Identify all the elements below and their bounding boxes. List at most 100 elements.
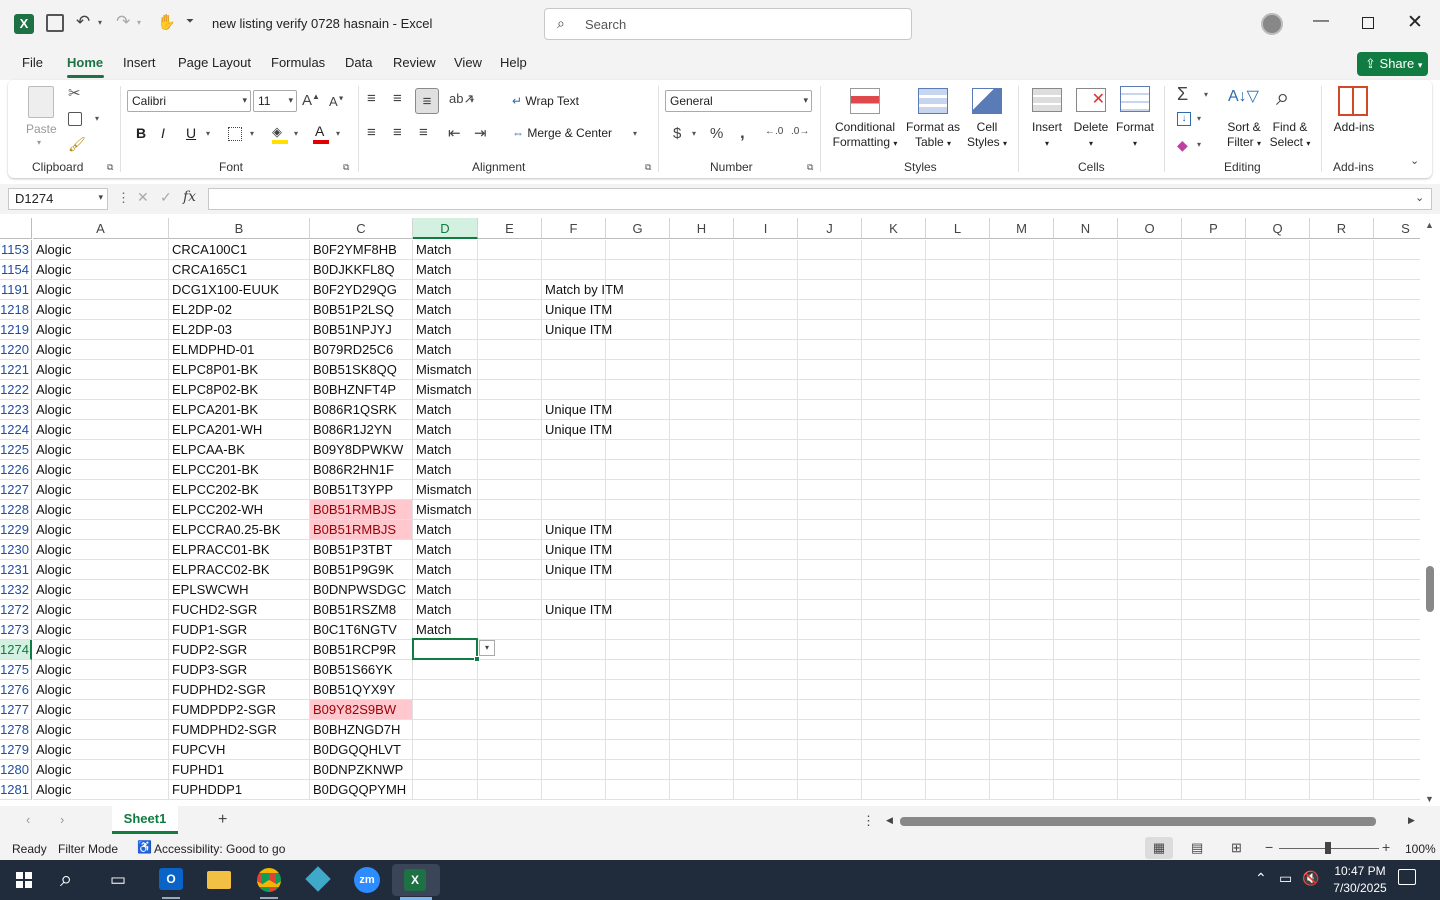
cell-f1222[interactable] [542,380,606,400]
cell-m1272[interactable] [990,600,1054,620]
cell-o1226[interactable] [1118,460,1182,480]
cell-b1220[interactable]: ELMDPHD-01 [169,340,310,360]
cell-b1218[interactable]: EL2DP-02 [169,300,310,320]
cell-a1224[interactable]: Alogic [33,420,169,440]
cell-n1276[interactable] [1054,680,1118,700]
cell-m1278[interactable] [990,720,1054,740]
cell-r1154[interactable] [1310,260,1374,280]
cell-m1191[interactable] [990,280,1054,300]
cell-q1221[interactable] [1246,360,1310,380]
cell-k1277[interactable] [862,700,926,720]
cell-j1223[interactable] [798,400,862,420]
cell-m1230[interactable] [990,540,1054,560]
cell-j1224[interactable] [798,420,862,440]
cell-b1275[interactable]: FUDP3-SGR [169,660,310,680]
cell-d1225[interactable]: Match [413,440,478,460]
close-icon[interactable]: ✕ [1407,11,1423,34]
page-layout-view-icon[interactable]: ▤ [1191,840,1203,856]
cell-q1277[interactable] [1246,700,1310,720]
cell-g1153[interactable] [606,240,670,260]
cell-g1218[interactable] [606,300,670,320]
cell-p1227[interactable] [1182,480,1246,500]
cell-h1154[interactable] [670,260,734,280]
cell-i1275[interactable] [734,660,798,680]
cell-p1222[interactable] [1182,380,1246,400]
cell-e1219[interactable] [478,320,542,340]
cell-n1222[interactable] [1054,380,1118,400]
column-header-g[interactable]: G [606,218,670,239]
add-sheet-icon[interactable]: + [218,811,227,829]
cell-l1276[interactable] [926,680,990,700]
cell-n1229[interactable] [1054,520,1118,540]
cell-j1277[interactable] [798,700,862,720]
cell-c1230[interactable]: B0B51P3TBT [310,540,413,560]
cell-p1230[interactable] [1182,540,1246,560]
cell-m1232[interactable] [990,580,1054,600]
cell-g1229[interactable] [606,520,670,540]
cell-k1281[interactable] [862,780,926,800]
cell-r1274[interactable] [1310,640,1374,660]
cell-a1226[interactable]: Alogic [33,460,169,480]
cell-r1277[interactable] [1310,700,1374,720]
insert-cells-button[interactable]: Insert ▾ [1027,120,1067,151]
cell-d1153[interactable]: Match [413,240,478,260]
formula-expand-icon[interactable]: ⌄ [1415,191,1424,204]
minimize-icon[interactable]: — [1313,12,1329,30]
cell-h1224[interactable] [670,420,734,440]
cell-r1281[interactable] [1310,780,1374,800]
decrease-font-icon[interactable]: A▼ [329,94,345,109]
cell-i1220[interactable] [734,340,798,360]
cell-j1153[interactable] [798,240,862,260]
sheet-next-icon[interactable]: › [60,812,64,827]
cell-q1276[interactable] [1246,680,1310,700]
cell-l1222[interactable] [926,380,990,400]
align-bottom-icon[interactable]: ≡ [415,88,439,114]
cell-f1227[interactable] [542,480,606,500]
cell-d1232[interactable]: Match [413,580,478,600]
formula-input[interactable] [208,188,1432,210]
cell-m1222[interactable] [990,380,1054,400]
cell-e1226[interactable] [478,460,542,480]
conditional-formatting-icon[interactable] [850,88,880,114]
cell-h1277[interactable] [670,700,734,720]
cell-f1191[interactable]: Match by ITM [542,280,624,300]
cell-a1223[interactable]: Alogic [33,400,169,420]
align-center-icon[interactable]: ≡ [393,124,402,141]
cell-d1220[interactable]: Match [413,340,478,360]
cell-a1273[interactable]: Alogic [33,620,169,640]
cell-e1154[interactable] [478,260,542,280]
cell-i1276[interactable] [734,680,798,700]
cell-h1228[interactable] [670,500,734,520]
cell-b1191[interactable]: DCG1X100-EUUK [169,280,310,300]
cell-d1280[interactable] [413,760,478,780]
cell-f1281[interactable] [542,780,606,800]
hscroll-right-icon[interactable]: ▶ [1408,815,1415,826]
undo-dropdown-icon[interactable]: ▾ [98,18,102,27]
cell-g1230[interactable] [606,540,670,560]
touch-mode-icon[interactable]: ✋ [157,13,176,31]
cell-l1281[interactable] [926,780,990,800]
cell-b1279[interactable]: FUPCVH [169,740,310,760]
cell-m1277[interactable] [990,700,1054,720]
cell-c1278[interactable]: B0BHZNGD7H [310,720,413,740]
vertical-scroll-thumb[interactable] [1426,566,1434,612]
cell-b1276[interactable]: FUDPHD2-SGR [169,680,310,700]
cell-i1228[interactable] [734,500,798,520]
cell-d1273[interactable]: Match [413,620,478,640]
cell-p1224[interactable] [1182,420,1246,440]
cell-i1279[interactable] [734,740,798,760]
cell-l1224[interactable] [926,420,990,440]
cell-p1277[interactable] [1182,700,1246,720]
cell-h1275[interactable] [670,660,734,680]
tab-split-dots-icon[interactable]: ⋮ [862,813,875,829]
cell-h1230[interactable] [670,540,734,560]
cell-k1218[interactable] [862,300,926,320]
cell-p1154[interactable] [1182,260,1246,280]
cell-e1230[interactable] [478,540,542,560]
sort-filter-icon[interactable]: A↓▽ [1228,86,1259,106]
delete-cells-icon[interactable]: ✕ [1076,88,1106,112]
cell-e1277[interactable] [478,700,542,720]
cell-h1226[interactable] [670,460,734,480]
cell-f1229[interactable]: Unique ITM [542,520,612,540]
cell-d1226[interactable]: Match [413,460,478,480]
